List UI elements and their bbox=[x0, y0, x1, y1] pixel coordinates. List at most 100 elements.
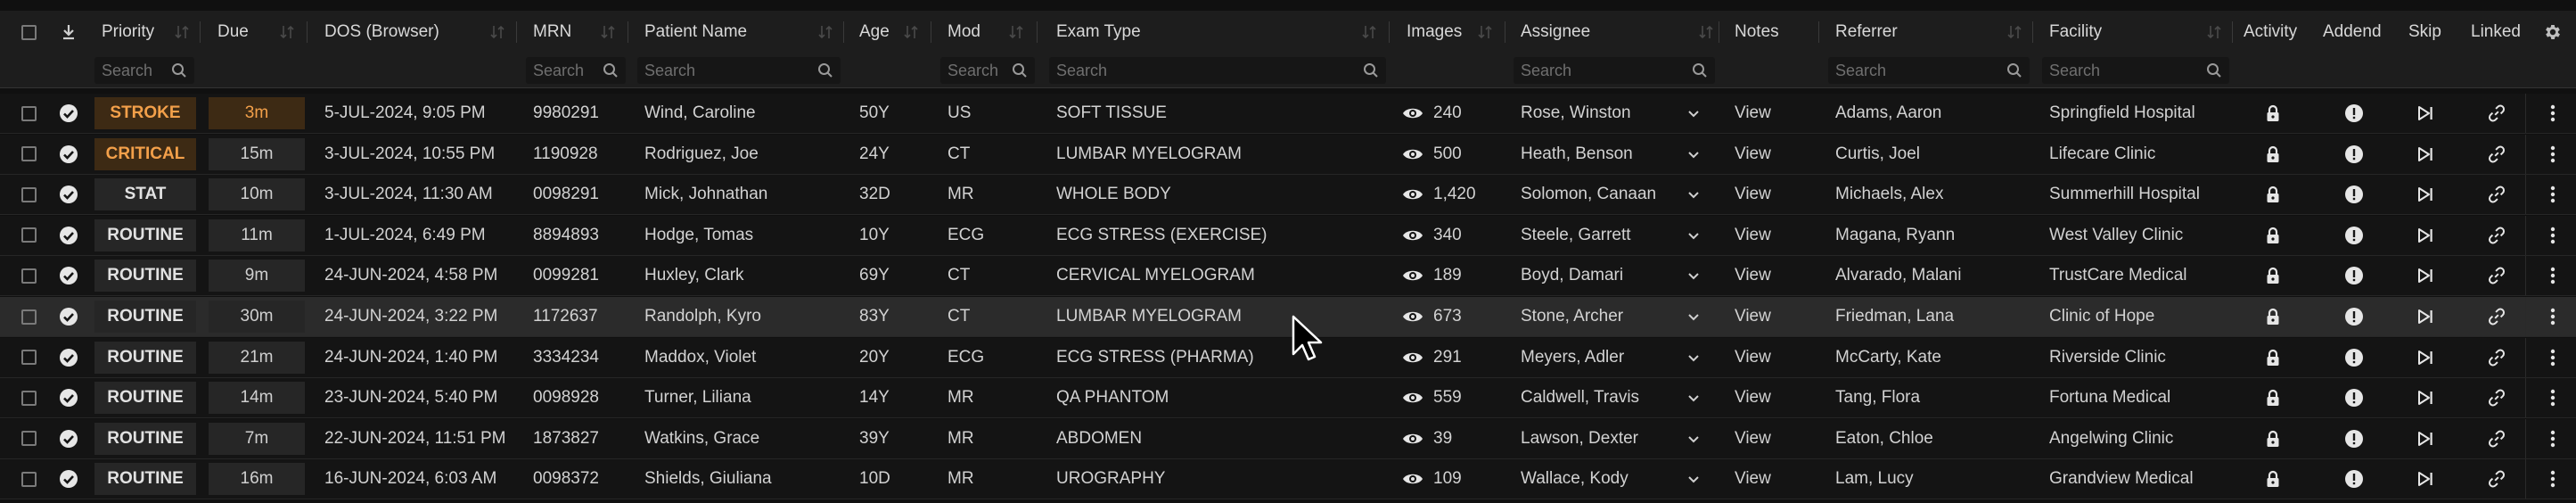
notes-view-link[interactable]: View bbox=[1735, 378, 1771, 417]
link-icon[interactable] bbox=[2483, 256, 2510, 295]
eye-icon[interactable] bbox=[1399, 419, 1426, 458]
skip-next-icon[interactable] bbox=[2412, 338, 2439, 377]
referrer-search-input[interactable] bbox=[1828, 57, 2030, 84]
alert-circle-icon[interactable] bbox=[2341, 459, 2367, 499]
alert-circle-icon[interactable] bbox=[2341, 338, 2367, 377]
row-checkbox[interactable] bbox=[20, 338, 37, 377]
eye-icon[interactable] bbox=[1399, 256, 1426, 295]
lock-icon[interactable] bbox=[2260, 94, 2286, 133]
exam-type-search-input[interactable] bbox=[1049, 57, 1386, 84]
lock-icon[interactable] bbox=[2260, 135, 2286, 174]
skip-next-icon[interactable] bbox=[2412, 297, 2439, 336]
alert-circle-icon[interactable] bbox=[2341, 216, 2367, 255]
more-options-icon[interactable] bbox=[2539, 135, 2566, 174]
column-header-facility[interactable]: Facility bbox=[2049, 11, 2102, 54]
sort-icon[interactable] bbox=[816, 23, 834, 41]
column-header-patient-name[interactable]: Patient Name bbox=[644, 11, 747, 54]
notes-view-link[interactable]: View bbox=[1735, 297, 1771, 336]
row-checkbox[interactable] bbox=[20, 175, 37, 214]
eye-icon[interactable] bbox=[1399, 216, 1426, 255]
table-row[interactable]: ROUTINE 7m 22-JUN-2024, 11:51 PM 1873827… bbox=[0, 418, 2576, 459]
link-icon[interactable] bbox=[2483, 378, 2510, 417]
sort-icon[interactable] bbox=[1697, 23, 1715, 41]
column-header-mrn[interactable]: MRN bbox=[533, 11, 571, 54]
eye-icon[interactable] bbox=[1399, 297, 1426, 336]
alert-circle-icon[interactable] bbox=[2341, 378, 2367, 417]
priority-search-input[interactable] bbox=[94, 57, 194, 84]
assignee-dropdown[interactable]: Solomon, Canaan bbox=[1521, 175, 1708, 214]
row-checkbox[interactable] bbox=[20, 216, 37, 255]
assignee-dropdown[interactable]: Wallace, Kody bbox=[1521, 459, 1708, 499]
table-row[interactable]: STAT 10m 3-JUL-2024, 11:30 AM 0098291 Mi… bbox=[0, 175, 2576, 216]
settings-gear-icon[interactable] bbox=[2541, 11, 2564, 54]
notes-view-link[interactable]: View bbox=[1735, 256, 1771, 295]
table-row[interactable]: ROUTINE 21m 24-JUN-2024, 1:40 PM 3334234… bbox=[0, 337, 2576, 378]
eye-icon[interactable] bbox=[1399, 459, 1426, 499]
more-options-icon[interactable] bbox=[2539, 378, 2566, 417]
link-icon[interactable] bbox=[2483, 135, 2510, 174]
table-row[interactable]: CRITICAL 15m 3-JUL-2024, 10:55 PM 119092… bbox=[0, 134, 2576, 175]
select-all-checkbox[interactable] bbox=[20, 11, 37, 54]
alert-circle-icon[interactable] bbox=[2341, 419, 2367, 458]
notes-view-link[interactable]: View bbox=[1735, 216, 1771, 255]
row-checkbox[interactable] bbox=[20, 135, 37, 174]
column-header-assignee[interactable]: Assignee bbox=[1521, 11, 1590, 54]
skip-next-icon[interactable] bbox=[2412, 256, 2439, 295]
assignee-dropdown[interactable]: Caldwell, Travis bbox=[1521, 378, 1708, 417]
more-options-icon[interactable] bbox=[2539, 297, 2566, 336]
assignee-dropdown[interactable]: Heath, Benson bbox=[1521, 135, 1708, 174]
notes-view-link[interactable]: View bbox=[1735, 175, 1771, 214]
sort-icon[interactable] bbox=[173, 23, 191, 41]
sort-icon[interactable] bbox=[488, 23, 506, 41]
more-options-icon[interactable] bbox=[2539, 459, 2566, 499]
column-header-age[interactable]: Age bbox=[859, 11, 890, 54]
eye-icon[interactable] bbox=[1399, 338, 1426, 377]
lock-icon[interactable] bbox=[2260, 378, 2286, 417]
table-row[interactable]: ROUTINE 11m 1-JUL-2024, 6:49 PM 8894893 … bbox=[0, 215, 2576, 256]
alert-circle-icon[interactable] bbox=[2341, 256, 2367, 295]
patient-name-search-input[interactable] bbox=[637, 57, 841, 84]
lock-icon[interactable] bbox=[2260, 175, 2286, 214]
table-row[interactable]: ROUTINE 30m 24-JUN-2024, 3:22 PM 1172637… bbox=[0, 297, 2576, 337]
column-header-images[interactable]: Images bbox=[1407, 11, 1462, 54]
table-row[interactable]: STROKE 3m 5-JUL-2024, 9:05 PM 9980291 Wi… bbox=[0, 94, 2576, 134]
notes-view-link[interactable]: View bbox=[1735, 338, 1771, 377]
row-checkbox[interactable] bbox=[20, 419, 37, 458]
lock-icon[interactable] bbox=[2260, 297, 2286, 336]
sort-icon[interactable] bbox=[2006, 23, 2023, 41]
notes-view-link[interactable]: View bbox=[1735, 459, 1771, 499]
skip-next-icon[interactable] bbox=[2412, 216, 2439, 255]
alert-circle-icon[interactable] bbox=[2341, 94, 2367, 133]
download-icon[interactable] bbox=[57, 11, 80, 54]
more-options-icon[interactable] bbox=[2539, 256, 2566, 295]
assignee-dropdown[interactable]: Lawson, Dexter bbox=[1521, 419, 1708, 458]
row-checkbox[interactable] bbox=[20, 256, 37, 295]
row-checkbox[interactable] bbox=[20, 297, 37, 336]
row-checkbox[interactable] bbox=[20, 378, 37, 417]
skip-next-icon[interactable] bbox=[2412, 175, 2439, 214]
skip-next-icon[interactable] bbox=[2412, 459, 2439, 499]
assignee-dropdown[interactable]: Meyers, Adler bbox=[1521, 338, 1708, 377]
lock-icon[interactable] bbox=[2260, 459, 2286, 499]
lock-icon[interactable] bbox=[2260, 256, 2286, 295]
assignee-dropdown[interactable]: Rose, Winston bbox=[1521, 94, 1708, 133]
assignee-dropdown[interactable]: Boyd, Damari bbox=[1521, 256, 1708, 295]
row-checkbox[interactable] bbox=[20, 459, 37, 499]
table-row[interactable]: ROUTINE 9m 24-JUN-2024, 4:58 PM 0099281 … bbox=[0, 256, 2576, 297]
column-header-referrer[interactable]: Referrer bbox=[1835, 11, 1898, 54]
lock-icon[interactable] bbox=[2260, 419, 2286, 458]
link-icon[interactable] bbox=[2483, 419, 2510, 458]
sort-icon[interactable] bbox=[1007, 23, 1025, 41]
lock-icon[interactable] bbox=[2260, 216, 2286, 255]
link-icon[interactable] bbox=[2483, 216, 2510, 255]
mrn-search-input[interactable] bbox=[526, 57, 626, 84]
more-options-icon[interactable] bbox=[2539, 338, 2566, 377]
link-icon[interactable] bbox=[2483, 94, 2510, 133]
assignee-dropdown[interactable]: Steele, Garrett bbox=[1521, 216, 1708, 255]
row-checkbox[interactable] bbox=[20, 94, 37, 133]
skip-next-icon[interactable] bbox=[2412, 135, 2439, 174]
sort-icon[interactable] bbox=[1360, 23, 1378, 41]
assignee-search-input[interactable] bbox=[1514, 57, 1715, 84]
column-header-mod[interactable]: Mod bbox=[948, 11, 980, 54]
alert-circle-icon[interactable] bbox=[2341, 135, 2367, 174]
